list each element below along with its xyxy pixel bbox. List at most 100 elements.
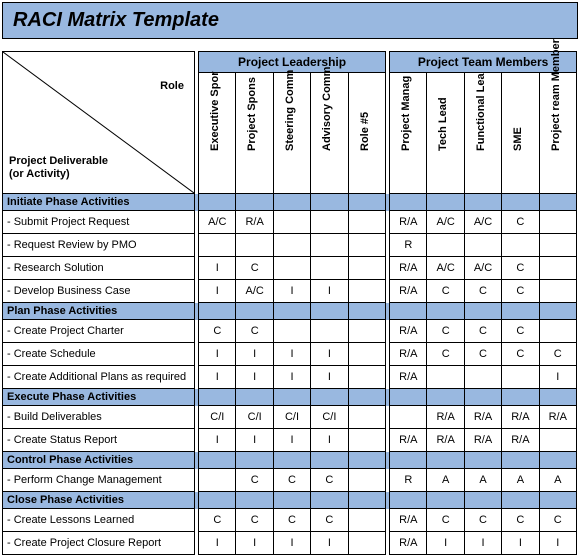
raci-cell (427, 366, 464, 389)
raci-cell: I (236, 366, 273, 389)
raci-cell: C (539, 343, 576, 366)
raci-cell (539, 211, 576, 234)
raci-cell: I (311, 532, 348, 555)
raci-cell (464, 366, 501, 389)
raci-cell: C (464, 343, 501, 366)
role-header: Role #5 (348, 73, 385, 194)
group-header-team: Project Team Members (390, 52, 577, 73)
activity-label: - Research Solution (3, 257, 195, 280)
role-header: Project ream Member (539, 73, 576, 194)
raci-cell: C (502, 343, 539, 366)
raci-cell (348, 366, 385, 389)
raci-cell: I (199, 280, 236, 303)
raci-cell: C (502, 280, 539, 303)
raci-cell (311, 211, 348, 234)
raci-cell (348, 211, 385, 234)
raci-cell: R/A (427, 429, 464, 452)
raci-cell: I (199, 257, 236, 280)
raci-cell: R/A (464, 429, 501, 452)
raci-cell: C (427, 343, 464, 366)
raci-cell: I (311, 366, 348, 389)
role-header: SME (502, 73, 539, 194)
raci-cell: R (390, 469, 427, 492)
raci-cell: A/C (427, 211, 464, 234)
raci-cell (236, 234, 273, 257)
phase-row: Close Phase Activities (3, 492, 577, 509)
activity-label: - Create Status Report (3, 429, 195, 452)
raci-cell: I (273, 429, 310, 452)
raci-cell: R/A (390, 343, 427, 366)
raci-cell (199, 234, 236, 257)
raci-cell (348, 320, 385, 343)
raci-cell: A (427, 469, 464, 492)
raci-cell: R/A (539, 406, 576, 429)
raci-cell: I (273, 532, 310, 555)
raci-cell: C (273, 469, 310, 492)
role-header: Tech Lead (427, 73, 464, 194)
table-row: - Perform Change ManagementCCCRAAAA (3, 469, 577, 492)
activity-label: - Create Additional Plans as required (3, 366, 195, 389)
raci-cell: C (464, 509, 501, 532)
corner-header: Role Project Deliverable(or Activity) (3, 52, 195, 194)
table-row: - Create Status ReportIIIIR/AR/AR/AR/A (3, 429, 577, 452)
raci-cell: C/I (236, 406, 273, 429)
raci-cell: I (236, 343, 273, 366)
table-row: - Create Lessons LearnedCCCCR/ACCCC (3, 509, 577, 532)
raci-cell: A (502, 469, 539, 492)
raci-cell (539, 257, 576, 280)
raci-cell: C (236, 469, 273, 492)
raci-cell: R (390, 234, 427, 257)
raci-cell: C (273, 509, 310, 532)
raci-cell (348, 469, 385, 492)
raci-cell: C (502, 257, 539, 280)
raci-cell: A/C (464, 257, 501, 280)
raci-cell: C (464, 280, 501, 303)
activity-label: - Perform Change Management (3, 469, 195, 492)
raci-cell: I (199, 532, 236, 555)
raci-cell: I (236, 429, 273, 452)
raci-cell (273, 257, 310, 280)
raci-cell: C (236, 257, 273, 280)
activity-label: - Build Deliverables (3, 406, 195, 429)
raci-cell (273, 211, 310, 234)
activity-label: - Request Review by PMO (3, 234, 195, 257)
raci-cell: I (273, 366, 310, 389)
raci-cell: R/A (502, 406, 539, 429)
raci-cell (348, 532, 385, 555)
role-header: Functional Lea (464, 73, 501, 194)
raci-cell (311, 257, 348, 280)
raci-cell (348, 280, 385, 303)
raci-cell: C (502, 211, 539, 234)
raci-cell: I (273, 280, 310, 303)
raci-cell: I (539, 366, 576, 389)
raci-cell (390, 406, 427, 429)
raci-cell: R/A (236, 211, 273, 234)
raci-cell: C (427, 509, 464, 532)
raci-cell: C (199, 320, 236, 343)
raci-cell (199, 469, 236, 492)
table-row: - Build DeliverablesC/IC/IC/IC/IR/AR/AR/… (3, 406, 577, 429)
raci-cell: I (236, 532, 273, 555)
raci-cell (273, 234, 310, 257)
raci-cell: C/I (273, 406, 310, 429)
raci-cell: R/A (464, 406, 501, 429)
raci-matrix-table: Role Project Deliverable(or Activity) Pr… (2, 51, 577, 555)
table-row: - Request Review by PMO R (3, 234, 577, 257)
corner-role-label: Role (160, 80, 184, 92)
raci-cell: I (502, 532, 539, 555)
raci-cell: R/A (502, 429, 539, 452)
raci-cell: C (502, 509, 539, 532)
raci-cell (539, 280, 576, 303)
raci-cell: C (311, 509, 348, 532)
raci-cell: C (236, 509, 273, 532)
raci-cell (464, 234, 501, 257)
raci-cell (348, 234, 385, 257)
raci-cell: C (199, 509, 236, 532)
table-row: - Create Project Closure ReportIIIIR/AII… (3, 532, 577, 555)
raci-cell: A/C (199, 211, 236, 234)
raci-cell: I (199, 429, 236, 452)
raci-cell (539, 320, 576, 343)
raci-cell: C (427, 280, 464, 303)
raci-cell (348, 257, 385, 280)
table-row: - Create Project CharterCCR/ACCC (3, 320, 577, 343)
